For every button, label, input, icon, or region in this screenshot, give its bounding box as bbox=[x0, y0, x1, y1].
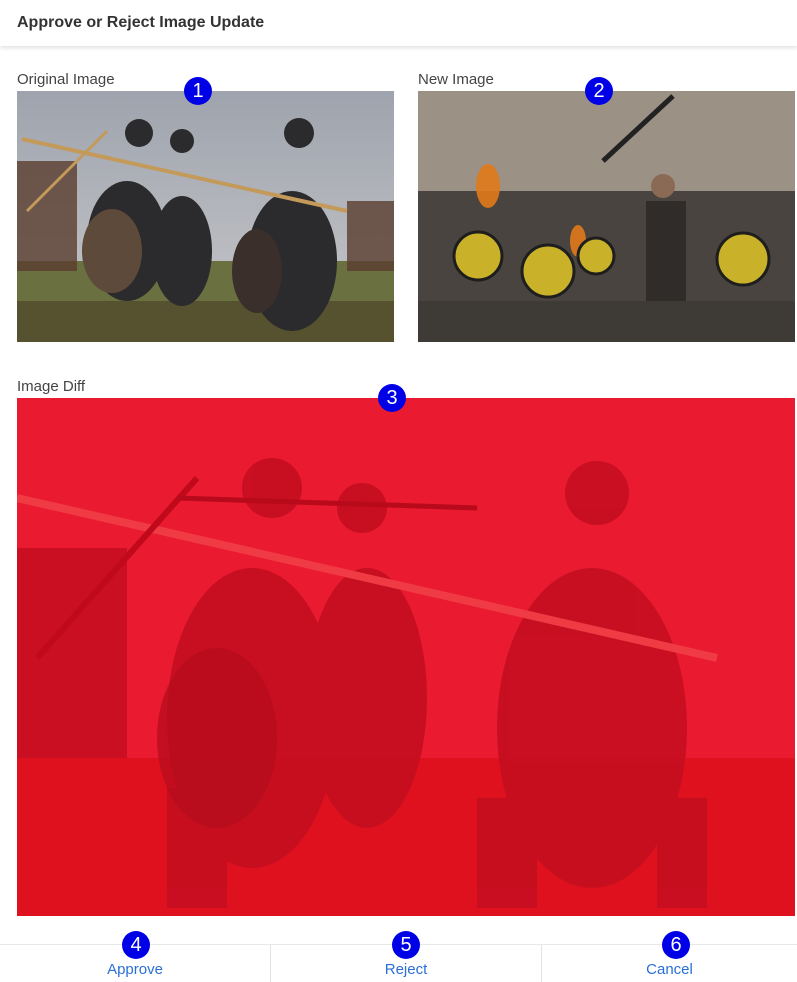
cancel-button-label: Cancel bbox=[646, 961, 693, 978]
marker-6: 6 bbox=[662, 931, 690, 959]
marker-4: 4 bbox=[122, 931, 150, 959]
new-image bbox=[418, 91, 795, 342]
dialog-header: Approve or Reject Image Update bbox=[0, 0, 797, 46]
approve-button-label: Approve bbox=[107, 961, 163, 978]
marker-1: 1 bbox=[184, 77, 212, 105]
dialog-title: Approve or Reject Image Update bbox=[17, 14, 265, 31]
marker-3: 3 bbox=[378, 384, 406, 412]
reject-button-label: Reject bbox=[384, 961, 428, 978]
image-diff-label: Image Diff bbox=[17, 378, 86, 395]
image-diff bbox=[17, 398, 795, 916]
original-image-label: Original Image bbox=[17, 71, 115, 88]
original-image bbox=[17, 91, 394, 342]
new-image-label: New Image bbox=[418, 71, 494, 88]
marker-2: 2 bbox=[585, 77, 613, 105]
marker-5: 5 bbox=[392, 931, 420, 959]
